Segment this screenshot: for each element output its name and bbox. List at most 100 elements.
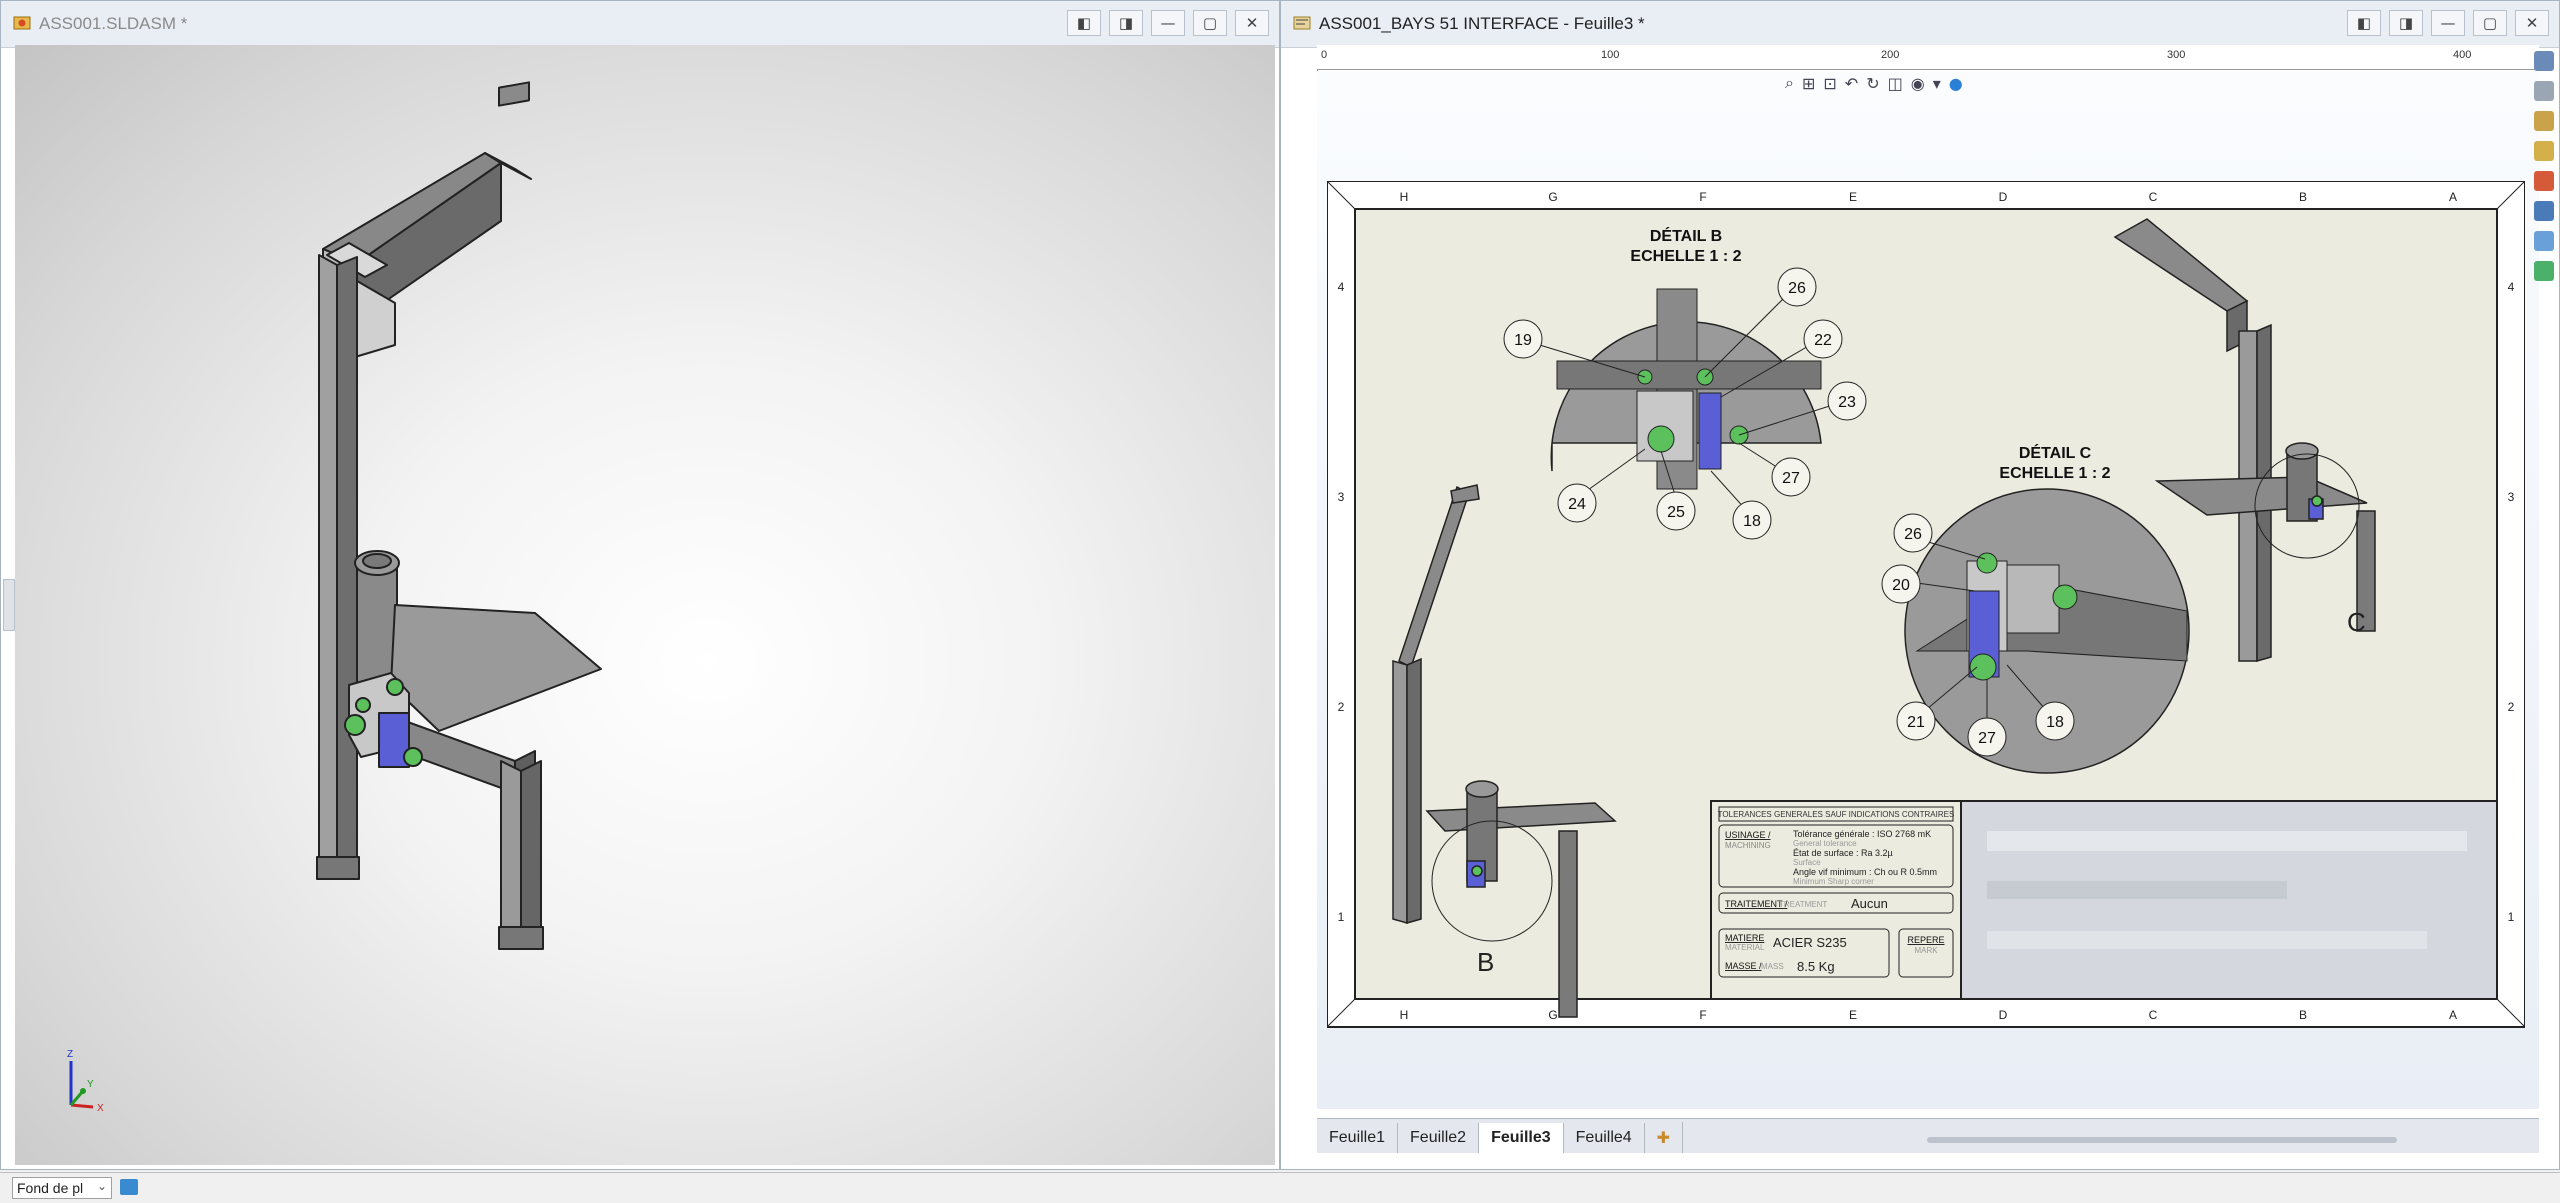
usinage-label: USINAGE / (1725, 830, 1771, 840)
library-icon[interactable] (2534, 81, 2554, 101)
mass-label: MASS (1761, 962, 1784, 971)
zone-letter: E (1849, 1008, 1857, 1022)
horizontal-scrollbar[interactable] (1927, 1137, 2397, 1143)
drawing-file-icon (1293, 16, 1311, 30)
drawing-sheet: H G F E D C B A H G F E D C B A 4 3 2 1 (1327, 181, 2525, 1028)
detail-c-title: DÉTAIL C (2019, 443, 2092, 462)
assembly-file-icon (13, 16, 31, 30)
tab-feuille1[interactable]: Feuille1 (1317, 1123, 1399, 1153)
minimize-button[interactable]: — (2431, 10, 2465, 36)
detail-b-marker: B (1477, 947, 1494, 977)
ruler-label: 400 (2453, 49, 2472, 61)
zone-letter: F (1699, 1008, 1706, 1022)
section-view-icon[interactable]: ◫ (1888, 74, 1903, 93)
assembly-model (316, 81, 602, 950)
zone-letter: C (2149, 190, 2158, 204)
balloon: 23 (1838, 394, 1856, 411)
z-axis-label: Z (67, 1049, 73, 1060)
left-collapse-handle[interactable] (3, 579, 15, 631)
hide-show-icon[interactable]: ▾ (1933, 74, 1941, 93)
zone-letter: E (1849, 190, 1857, 204)
resources-icon[interactable] (2534, 261, 2554, 281)
home-icon[interactable] (2534, 51, 2554, 71)
balloon: 27 (1782, 470, 1800, 487)
zone-letter: H (1400, 190, 1409, 204)
zone-number: 1 (1338, 910, 1345, 924)
zone-number: 3 (1338, 490, 1345, 504)
drawing-canvas[interactable]: ⌕ ⊞ ⊡ ↶ ↻ ◫ ◉ ▾ ● H G F E D C B A H G F … (1317, 71, 2539, 1109)
zone-number: 3 (2508, 490, 2515, 504)
etat-surface: État de surface : Ra 3.2µ (1793, 848, 1893, 858)
drawing-window: ASS001_BAYS 51 INTERFACE - Feuille3 * ◧ … (1280, 0, 2560, 1170)
tol-gen-en: General tolerance (1793, 839, 1857, 848)
display-style-icon[interactable]: ◉ (1911, 74, 1925, 93)
appearances-icon[interactable] (2534, 171, 2554, 191)
traitement-value: Aucun (1851, 896, 1888, 911)
background-combo[interactable]: Fond de pl ⌄ (12, 1177, 112, 1199)
drawing-titlebar: ASS001_BAYS 51 INTERFACE - Feuille3 * ◧ … (1281, 1, 2559, 48)
zone-letter: C (2149, 1008, 2158, 1022)
minimize-button[interactable]: — (1151, 10, 1185, 36)
file-explorer-icon[interactable] (2534, 111, 2554, 131)
balloon: 24 (1568, 496, 1586, 513)
detail-b-title: DÉTAIL B (1650, 226, 1722, 245)
custom-properties-icon[interactable] (2534, 201, 2554, 221)
zoom-selection-icon[interactable]: ⊡ (1823, 74, 1836, 93)
chevron-down-icon: ⌄ (96, 1179, 107, 1193)
blurred-region (1987, 881, 2287, 899)
assembly-title: ASS001.SLDASM * (39, 14, 188, 33)
tile-left-button[interactable]: ◧ (1067, 10, 1101, 36)
ruler-label: 0 (1321, 49, 1328, 61)
close-button[interactable]: ✕ (2515, 10, 2549, 36)
assembly-titlebar: ASS001.SLDASM * ◧ ◨ — ▢ ✕ (1, 1, 1279, 48)
view-toolbar: ⌕ ⊞ ⊡ ↶ ↻ ◫ ◉ ▾ ● (1785, 71, 1963, 95)
tile-right-button[interactable]: ◨ (2389, 10, 2423, 36)
repere-label: REPERE (1907, 935, 1944, 945)
maximize-button[interactable]: ▢ (2473, 10, 2507, 36)
balloon: 21 (1907, 714, 1925, 731)
tab-feuille2[interactable]: Feuille2 (1398, 1123, 1480, 1153)
balloon: 20 (1892, 577, 1910, 594)
tolerances-heading: TOLERANCES GENERALES SAUF INDICATIONS CO… (1718, 810, 1955, 819)
forum-icon[interactable] (2534, 231, 2554, 251)
blurred-region (1987, 831, 2467, 851)
tile-right-button[interactable]: ◨ (1109, 10, 1143, 36)
treatment-label: TREATMENT (1779, 900, 1827, 909)
rotate-icon[interactable]: ↻ (1866, 74, 1879, 93)
zone-letter: B (2299, 190, 2307, 204)
x-axis-label: X (97, 1103, 104, 1114)
close-button[interactable]: ✕ (1235, 10, 1269, 36)
appearance-icon[interactable]: ● (1949, 74, 1963, 93)
sheet-tabs: Feuille1 Feuille2 Feuille3 Feuille4 ✚ (1317, 1118, 2539, 1153)
zone-letter: D (1999, 190, 2008, 204)
blurred-logo-area (1960, 800, 2498, 1000)
balloon: 26 (1904, 526, 1922, 543)
zone-letter: D (1999, 1008, 2008, 1022)
y-axis-label: Y (87, 1079, 94, 1090)
view-palette-icon[interactable] (2534, 141, 2554, 161)
masse-value: 8.5 Kg (1797, 959, 1835, 974)
ruler-label: 100 (1601, 49, 1620, 61)
background-combo-value: Fond de pl (17, 1180, 84, 1196)
zone-letter: G (1548, 1008, 1557, 1022)
maximize-button[interactable]: ▢ (1193, 10, 1227, 36)
angle-vif-en: Minimum Sharp corner (1793, 877, 1874, 886)
blurred-region (1987, 931, 2427, 949)
matiere-value: ACIER S235 (1773, 935, 1847, 950)
horizontal-ruler: 0 100 200 300 400 (1317, 45, 2539, 70)
add-sheet-icon[interactable]: ✚ (1645, 1122, 1684, 1153)
zone-letter: G (1548, 190, 1557, 204)
zoom-area-icon[interactable]: ⊞ (1802, 74, 1815, 93)
balloon: 26 (1788, 280, 1806, 297)
mark-label: MARK (1914, 946, 1938, 955)
tile-left-button[interactable]: ◧ (2347, 10, 2381, 36)
3d-viewport[interactable]: Z Y X (15, 45, 1275, 1165)
previous-view-icon[interactable]: ↶ (1845, 74, 1858, 93)
zone-number: 4 (2508, 280, 2515, 294)
tab-feuille3[interactable]: Feuille3 (1479, 1123, 1564, 1153)
tab-feuille4[interactable]: Feuille4 (1564, 1123, 1645, 1153)
balloon: 27 (1978, 730, 1996, 747)
detail-c-scale: ECHELLE 1 : 2 (1999, 465, 2110, 482)
zoom-to-fit-icon[interactable]: ⌕ (1785, 73, 1794, 93)
layers-icon[interactable] (120, 1179, 138, 1195)
